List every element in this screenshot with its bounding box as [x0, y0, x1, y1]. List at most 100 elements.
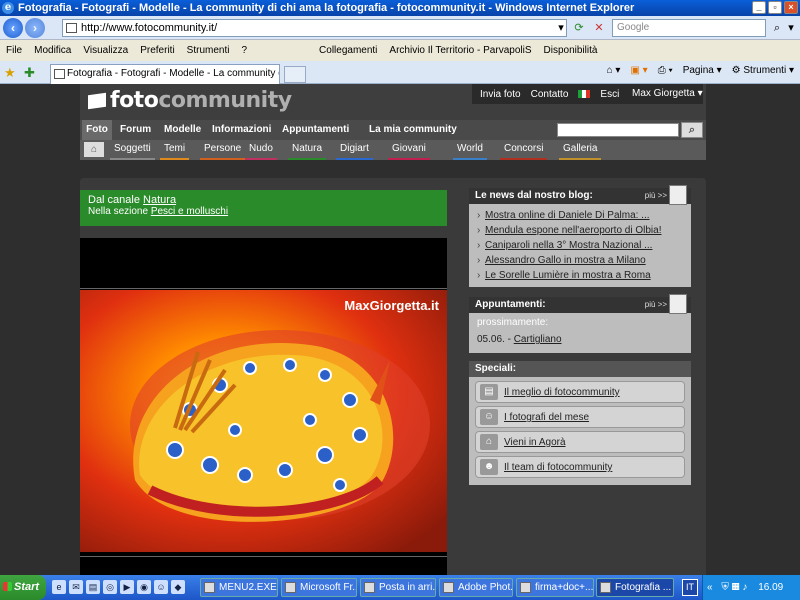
subnav-soggetti[interactable]: Soggetti: [110, 140, 155, 160]
menu-visualizza[interactable]: Visualizza: [83, 45, 128, 56]
site-search-button[interactable]: ⌕: [681, 122, 703, 138]
special-item-label: I fotografi del mese: [504, 412, 590, 423]
subnav-natura[interactable]: Natura: [288, 140, 327, 160]
search-input[interactable]: Google: [612, 19, 766, 37]
maximize-button[interactable]: ▫: [768, 1, 782, 14]
media-quicklaunch-icon[interactable]: ▶: [120, 580, 134, 594]
bookmark-disponibilita[interactable]: Disponibilità: [544, 45, 598, 56]
user-menu[interactable]: Max Giorgetta ▾: [626, 84, 703, 104]
forward-button[interactable]: ›: [25, 18, 45, 38]
print-icon[interactable]: ⎙ ▾: [658, 65, 673, 76]
italy-flag-icon[interactable]: [578, 90, 591, 98]
contatto-link[interactable]: Contatto: [531, 89, 569, 100]
taskbar-task[interactable]: Microsoft Fr...: [281, 578, 357, 597]
subnav-world[interactable]: World: [453, 140, 487, 160]
subnav-temi[interactable]: Temi: [160, 140, 190, 160]
subnav-digiart[interactable]: Digiart: [336, 140, 373, 160]
appointment-place-link[interactable]: Cartigliano: [514, 334, 562, 345]
special-item[interactable]: ☺ I fotografi del mese: [475, 406, 685, 428]
favorites-star-icon[interactable]: ★: [4, 65, 16, 81]
taskbar-task[interactable]: MENU2.EXE: [200, 578, 278, 597]
menu-preferiti[interactable]: Preferiti: [140, 45, 174, 56]
back-button[interactable]: ‹: [3, 18, 23, 38]
app-quicklaunch-icon[interactable]: ◆: [171, 580, 185, 594]
news-feed-icon[interactable]: [669, 185, 687, 205]
browser-quicklaunch-icon[interactable]: ◉: [137, 580, 151, 594]
site-favicon: [66, 23, 77, 33]
news-item[interactable]: Caniparoli nella 3° Mostra Nazional ...: [477, 238, 683, 253]
site-logo[interactable]: fotocommunity: [88, 88, 292, 113]
nav-informazioni[interactable]: Informazioni: [212, 124, 271, 135]
tray-expand-icon[interactable]: «: [707, 582, 713, 593]
menu-bar: File Modifica Visualizza Preferiti Strum…: [0, 41, 800, 60]
page-menu[interactable]: Pagina ▾: [683, 65, 722, 76]
task-app-icon: [520, 582, 531, 593]
bookmark-archivio[interactable]: Archivio Il Territorio - ParvapoliS: [389, 45, 531, 56]
mail-quicklaunch-icon[interactable]: ✉: [69, 580, 83, 594]
menu-file[interactable]: File: [6, 45, 22, 56]
nav-foto[interactable]: Foto: [82, 120, 112, 140]
news-item[interactable]: Alessandro Gallo in mostra a Milano: [477, 253, 683, 268]
taskbar-task[interactable]: Posta in arri...: [360, 578, 436, 597]
folder-quicklaunch-icon[interactable]: ▤: [86, 580, 100, 594]
menu-strumenti[interactable]: Strumenti: [187, 45, 230, 56]
special-item[interactable]: ⌂ Vieni in Agorà: [475, 431, 685, 453]
appointments-more-link[interactable]: più >>: [645, 297, 667, 313]
home-icon[interactable]: ⌂ ▾: [607, 65, 621, 76]
chat-quicklaunch-icon[interactable]: ☺: [154, 580, 168, 594]
nav-mia-community[interactable]: La mia community: [369, 124, 457, 135]
add-favorites-icon[interactable]: ✚: [24, 65, 35, 81]
volume-tray-icon[interactable]: ♪: [742, 582, 747, 593]
sub-nav: ⌂ Soggetti Temi Persone Nudo Natura Digiart Gi…: [80, 140, 706, 160]
home-icon-site[interactable]: ⌂: [84, 142, 104, 157]
links-label[interactable]: Collegamenti: [319, 45, 377, 56]
address-dropdown[interactable]: ▾: [552, 19, 570, 37]
disc-quicklaunch-icon[interactable]: ◎: [103, 580, 117, 594]
ie-quicklaunch-icon[interactable]: e: [52, 580, 66, 594]
shield-tray-icon[interactable]: ⛨: [721, 582, 729, 593]
content-area: Dal canale Natura Nella sezione Pesci e …: [80, 178, 706, 575]
special-item[interactable]: ☻ Il team di fotocommunity: [475, 456, 685, 478]
stop-icon[interactable]: ✕: [590, 19, 608, 37]
nav-appuntamenti[interactable]: Appuntamenti: [282, 124, 349, 135]
task-app-icon: [204, 582, 215, 593]
minimize-button[interactable]: _: [752, 1, 766, 14]
subnav-galleria[interactable]: Galleria: [559, 140, 602, 160]
invia-foto-link[interactable]: Invia foto: [480, 89, 521, 100]
site-header: fotocommunity Invia foto Contatto Esci M…: [80, 84, 706, 120]
refresh-icon[interactable]: ⟳: [570, 19, 588, 37]
news-more-link[interactable]: più >>: [645, 188, 667, 204]
special-item[interactable]: ▤ Il meglio di fotocommunity: [475, 381, 685, 403]
nav-modelle[interactable]: Modelle: [164, 124, 201, 135]
address-bar[interactable]: http://www.fotocommunity.it/: [62, 19, 567, 37]
search-options-icon[interactable]: ▾: [782, 19, 800, 37]
new-tab-button[interactable]: [284, 66, 306, 83]
taskbar-task[interactable]: firma+doc+...: [516, 578, 594, 597]
tools-menu[interactable]: ⚙ Strumenti ▾: [732, 65, 794, 76]
site-search-input[interactable]: [557, 123, 679, 137]
close-button[interactable]: ×: [784, 1, 798, 14]
menu-modifica[interactable]: Modifica: [34, 45, 71, 56]
featured-photo[interactable]: MaxGiorgetta.it: [80, 290, 447, 552]
start-button[interactable]: Start: [0, 575, 46, 600]
subnav-nudo[interactable]: Nudo: [245, 140, 277, 160]
taskbar-task[interactable]: Fotografia ...: [596, 578, 674, 597]
menu-help[interactable]: ?: [241, 45, 247, 56]
section-link[interactable]: Pesci e molluschi: [151, 206, 228, 217]
nav-forum[interactable]: Forum: [120, 124, 151, 135]
news-item[interactable]: Mostra online di Daniele Di Palma: ...: [477, 208, 683, 223]
task-app-icon: [600, 582, 611, 593]
subnav-giovani[interactable]: Giovani: [388, 140, 430, 160]
subnav-persone[interactable]: Persone: [200, 140, 246, 160]
news-item[interactable]: Mendula espone nell'aeroporto di Olbia!: [477, 223, 683, 238]
esci-link[interactable]: Esci: [600, 89, 619, 100]
appointments-feed-icon[interactable]: [669, 294, 687, 314]
network-tray-icon[interactable]: ▦: [732, 582, 740, 593]
taskbar-task[interactable]: Adobe Phot...: [439, 578, 513, 597]
channel-link[interactable]: Natura: [143, 194, 176, 206]
news-item[interactable]: Le Sorelle Lumière in mostra a Roma: [477, 268, 683, 283]
tab-active[interactable]: Fotografia - Fotografi - Modelle - La co…: [50, 64, 280, 84]
language-indicator[interactable]: IT: [682, 579, 698, 596]
subnav-concorsi[interactable]: Concorsi: [500, 140, 548, 160]
feeds-icon[interactable]: ▣ ▾: [630, 65, 647, 76]
